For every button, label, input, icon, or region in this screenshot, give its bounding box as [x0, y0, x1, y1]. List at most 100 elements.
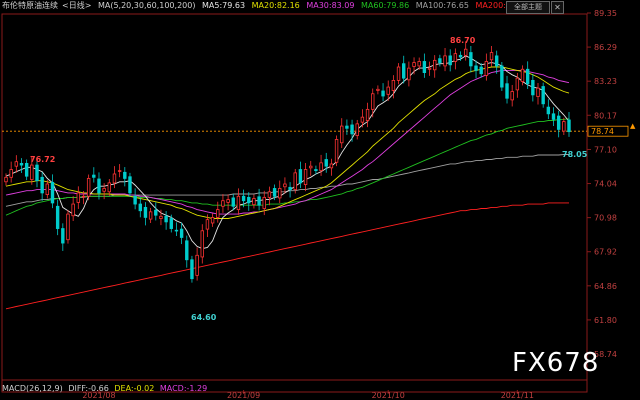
- candle[interactable]: [469, 45, 473, 73]
- candle[interactable]: [236, 188, 241, 215]
- candle[interactable]: [262, 190, 266, 216]
- candle[interactable]: [112, 166, 117, 189]
- candle[interactable]: [453, 48, 458, 70]
- candle[interactable]: [556, 110, 561, 138]
- candle[interactable]: [541, 82, 545, 108]
- candle[interactable]: [164, 211, 168, 230]
- candle[interactable]: [443, 47, 447, 72]
- candle[interactable]: [479, 63, 483, 78]
- candle[interactable]: [531, 73, 535, 102]
- candle[interactable]: [536, 82, 540, 105]
- candle[interactable]: [309, 160, 313, 176]
- candle[interactable]: [231, 194, 235, 211]
- candlesticks[interactable]: [4, 41, 571, 283]
- candle[interactable]: [283, 177, 287, 194]
- candle[interactable]: [489, 45, 494, 67]
- candle[interactable]: [505, 75, 509, 104]
- candle[interactable]: [546, 99, 551, 120]
- low-price-label: 64.60: [191, 313, 217, 322]
- candle[interactable]: [138, 197, 142, 218]
- price-arrow-icon: ▲: [630, 122, 636, 130]
- candle[interactable]: [76, 186, 81, 209]
- candle[interactable]: [247, 192, 251, 211]
- candle[interactable]: [252, 194, 256, 209]
- candle[interactable]: [407, 61, 411, 87]
- candle[interactable]: [133, 188, 137, 210]
- candle[interactable]: [221, 194, 225, 213]
- candle[interactable]: [438, 54, 442, 67]
- candle[interactable]: [381, 83, 385, 102]
- period-label[interactable]: <日线>: [62, 1, 91, 10]
- candle[interactable]: [345, 119, 349, 135]
- candle[interactable]: [427, 61, 432, 76]
- candle[interactable]: [500, 62, 504, 91]
- candle[interactable]: [174, 222, 179, 237]
- candle[interactable]: [55, 199, 60, 236]
- candle[interactable]: [107, 178, 112, 196]
- candle[interactable]: [185, 235, 189, 268]
- price-chart[interactable]: 89.35 86.29 83.23 80.17 77.10 74.04 70.98 67.92…: [0, 0, 640, 400]
- candle[interactable]: [4, 173, 8, 186]
- candle[interactable]: [50, 174, 55, 209]
- candle[interactable]: [97, 172, 101, 200]
- candle[interactable]: [86, 174, 91, 201]
- close-icon[interactable]: ✕: [551, 1, 564, 14]
- candle[interactable]: [123, 167, 127, 187]
- candle[interactable]: [154, 202, 158, 221]
- candle[interactable]: [40, 172, 44, 201]
- candle[interactable]: [92, 167, 96, 183]
- candle[interactable]: [71, 196, 75, 221]
- candle[interactable]: [195, 247, 199, 281]
- macd-params: MACD(26,12,9): [2, 384, 63, 393]
- candle[interactable]: [350, 119, 354, 142]
- candle[interactable]: [293, 168, 297, 194]
- candle[interactable]: [45, 180, 50, 199]
- candle[interactable]: [494, 50, 499, 74]
- candle[interactable]: [66, 210, 70, 244]
- theme-select[interactable]: 全部主题: [506, 1, 550, 14]
- candle[interactable]: [117, 164, 122, 178]
- moving-average-lines: [5, 55, 570, 310]
- candle[interactable]: [340, 118, 344, 149]
- candle[interactable]: [128, 172, 132, 197]
- candle[interactable]: [226, 194, 230, 211]
- candle[interactable]: [319, 154, 323, 176]
- candle[interactable]: [376, 85, 380, 95]
- candle[interactable]: [19, 158, 24, 173]
- candle[interactable]: [14, 155, 19, 173]
- candle[interactable]: [329, 158, 334, 176]
- candle[interactable]: [278, 180, 282, 204]
- candle[interactable]: [200, 224, 204, 264]
- candle[interactable]: [148, 207, 153, 223]
- candle[interactable]: [143, 202, 148, 226]
- candle[interactable]: [474, 60, 478, 79]
- candle[interactable]: [288, 182, 292, 198]
- candle[interactable]: [365, 102, 370, 128]
- candle[interactable]: [567, 112, 571, 137]
- candle[interactable]: [355, 119, 359, 140]
- candle[interactable]: [9, 161, 13, 183]
- candle[interactable]: [448, 49, 452, 72]
- candle[interactable]: [484, 53, 489, 81]
- macd-diff: DIFF:-0.66: [68, 384, 109, 393]
- candle[interactable]: [433, 55, 437, 78]
- candle[interactable]: [24, 159, 29, 181]
- candle[interactable]: [510, 84, 514, 107]
- candle[interactable]: [334, 135, 339, 167]
- candle[interactable]: [422, 53, 427, 78]
- candle[interactable]: [303, 162, 308, 192]
- last-price-label: 78.74: [591, 127, 614, 136]
- candle[interactable]: [402, 55, 406, 84]
- candle[interactable]: [562, 117, 566, 135]
- candle[interactable]: [267, 186, 272, 206]
- candle[interactable]: [210, 213, 215, 227]
- candle[interactable]: [190, 255, 194, 283]
- candle[interactable]: [257, 188, 261, 211]
- candle[interactable]: [179, 222, 184, 245]
- candle[interactable]: [298, 161, 303, 189]
- candle[interactable]: [551, 107, 556, 126]
- candle[interactable]: [61, 223, 65, 251]
- candle[interactable]: [396, 63, 401, 85]
- y-tick-label: 80.17: [594, 111, 617, 120]
- candle[interactable]: [324, 152, 328, 173]
